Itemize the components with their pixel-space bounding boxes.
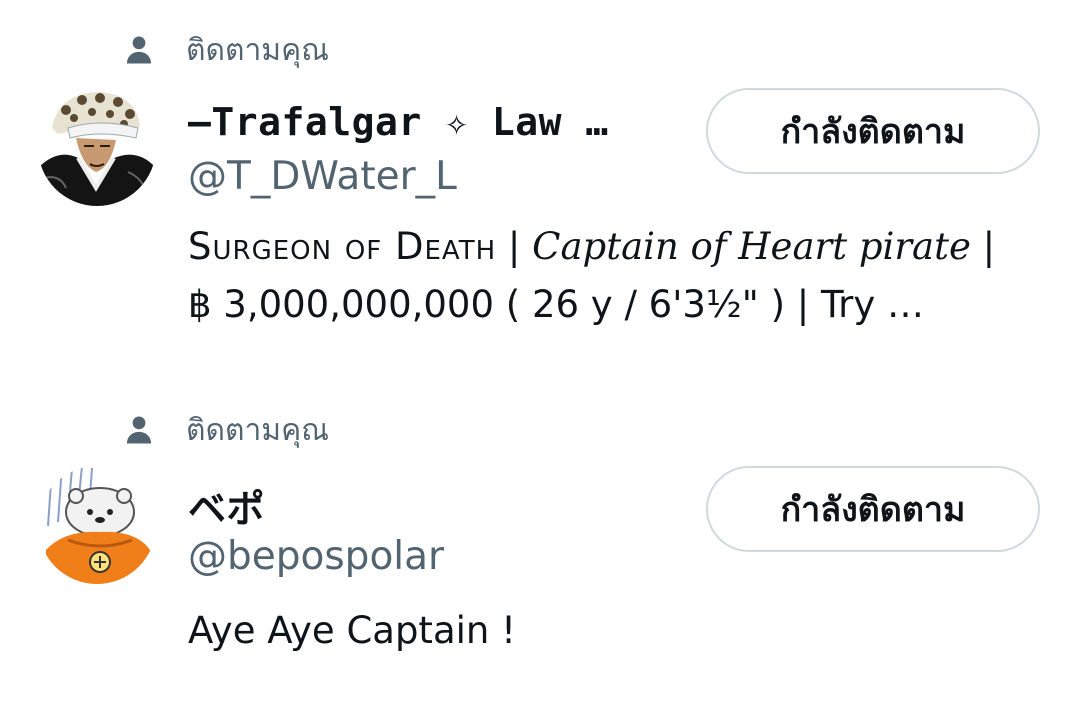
person-icon [126, 36, 152, 64]
follows-you-label: ติดตามคุณ [186, 32, 329, 68]
following-button[interactable]: กำลังติดตาม [706, 466, 1040, 552]
bepo-avatar-icon [38, 466, 156, 584]
user-handle[interactable]: @T_DWater_L [188, 154, 457, 199]
bio-line-1: Surgeon of Death | Captain of Heart pira… [188, 218, 1058, 276]
follows-you-indicator: ติดตามคุณ [122, 30, 329, 70]
follows-you-label: ติดตามคุณ [186, 412, 329, 448]
display-name[interactable]: ベポ [188, 478, 265, 533]
follower-list: ติดตามคุณ —Trafalgar ✧ Law … @T_DWater_L… [0, 0, 1080, 719]
display-name[interactable]: —Trafalgar ✧ Law … [188, 100, 609, 144]
avatar[interactable] [38, 88, 156, 206]
bio-title: Surgeon of Death [188, 225, 497, 268]
follows-you-indicator: ติดตามคุณ [122, 410, 329, 450]
user-cell[interactable]: ติดตามคุณ [0, 0, 1080, 370]
bio-separator: | [496, 225, 533, 268]
bio-separator: | [970, 225, 996, 268]
user-cell[interactable]: ติดตามคุณ [0, 380, 1080, 719]
user-bio: Surgeon of Death | Captain of Heart pira… [188, 218, 1058, 334]
bio-line-1: Aye Aye Captain ! [188, 609, 516, 652]
bio-role: Captain of Heart pirate [532, 225, 971, 268]
avatar[interactable] [38, 466, 156, 584]
person-icon [126, 416, 152, 444]
bio-line-2: ฿ 3,000,000,000 ( 26 y / 6'3½" ) | Try … [188, 283, 925, 326]
user-handle[interactable]: @bepospolar [188, 534, 444, 579]
user-bio: Aye Aye Captain ! [188, 602, 1058, 660]
following-button[interactable]: กำลังติดตาม [706, 88, 1040, 174]
trafalgar-law-avatar-icon [38, 88, 156, 206]
